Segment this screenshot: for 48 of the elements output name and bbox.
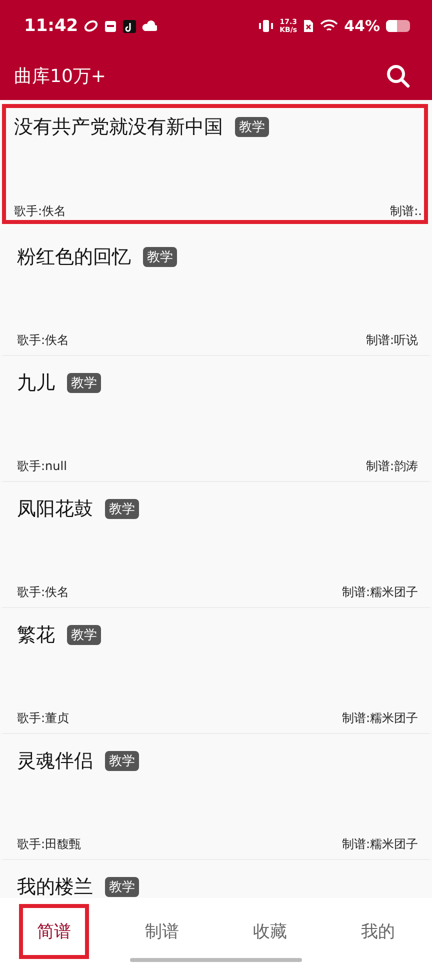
song-item[interactable]: 九儿 教学 歌手:null 制谱:韵涛 [0, 356, 432, 482]
nav-tab[interactable]: 我的 [343, 904, 413, 958]
battery-icon [386, 20, 410, 32]
singer-label: 歌手:null [17, 458, 67, 475]
arranger-label: 制谱:糯米团子 [342, 710, 418, 727]
search-icon[interactable] [386, 64, 410, 88]
singer-label: 歌手:佚名 [14, 203, 66, 220]
song-item[interactable]: 没有共产党就没有新中国 教学 歌手:佚名 制谱:. [2, 104, 428, 224]
song-title: 灵魂伴侣 [17, 749, 93, 774]
app-notification-icon [84, 19, 98, 33]
cloud-icon [142, 20, 158, 32]
vibrate-icon [258, 19, 274, 33]
song-title: 繁花 [17, 623, 55, 648]
sim-icon [303, 19, 314, 33]
song-title: 没有共产党就没有新中国 [14, 115, 223, 140]
arranger-label: 制谱:. [390, 203, 422, 220]
battery-percent: 44% [344, 17, 380, 35]
song-item[interactable]: 粉红色的回忆 教学 歌手:佚名 制谱:听说 [0, 230, 432, 356]
tag-badge: 教学 [67, 625, 101, 645]
app-notification-icon [123, 20, 136, 32]
singer-label: 歌手:佚名 [17, 332, 70, 349]
clock: 11:42 [24, 16, 78, 36]
arranger-label: 制谱:听说 [366, 332, 418, 349]
nav-tab[interactable]: 收藏 [235, 904, 305, 958]
song-item[interactable]: 凤阳花鼓 教学 歌手:佚名 制谱:糯米团子 [0, 482, 432, 608]
app-notification-icon [104, 20, 118, 32]
singer-label: 歌手:董贞 [17, 710, 70, 727]
tag-badge: 教学 [105, 877, 139, 897]
tag-badge: 教学 [143, 247, 177, 267]
library-title: 曲库10万+ [14, 65, 106, 88]
song-item[interactable]: 灵魂伴侣 教学 歌手:田馥甄 制谱:糯米团子 [0, 734, 432, 860]
arranger-label: 制谱:糯米团子 [342, 584, 418, 601]
nav-tab[interactable]: 简谱 [19, 904, 89, 958]
song-item[interactable]: 繁花 教学 歌手:董贞 制谱:糯米团子 [0, 608, 432, 734]
tag-badge: 教学 [235, 117, 269, 137]
tag-badge: 教学 [105, 751, 139, 771]
nav-tab[interactable]: 制谱 [127, 904, 197, 958]
song-title: 凤阳花鼓 [17, 497, 93, 522]
arranger-label: 制谱:糯米团子 [342, 836, 418, 853]
singer-label: 歌手:佚名 [17, 584, 70, 601]
song-title: 粉红色的回忆 [17, 245, 131, 270]
song-title: 我的楼兰 [17, 875, 93, 898]
song-title: 九儿 [17, 371, 55, 396]
tag-badge: 教学 [67, 373, 101, 393]
wifi-icon [320, 19, 338, 33]
tag-badge: 教学 [105, 499, 139, 519]
arranger-label: 制谱:韵涛 [366, 458, 418, 475]
singer-label: 歌手:田馥甄 [17, 836, 82, 853]
